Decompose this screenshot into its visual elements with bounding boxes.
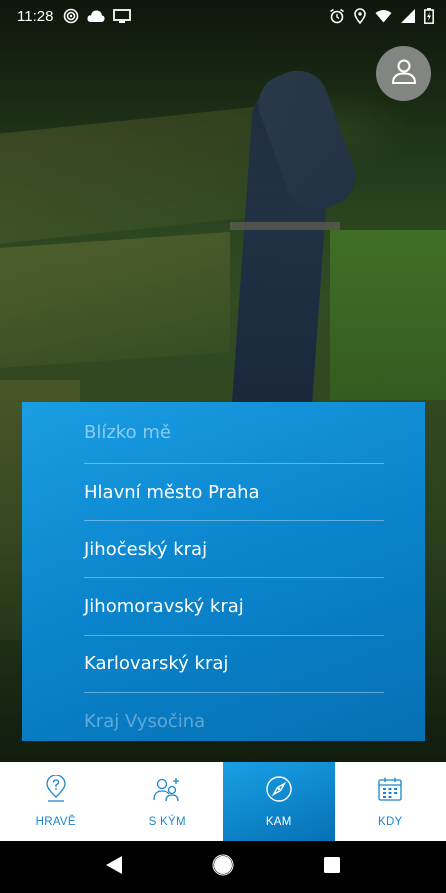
cloud-icon (87, 9, 106, 23)
map-pin-question-icon (44, 774, 68, 808)
profile-button[interactable] (376, 46, 431, 101)
recents-icon[interactable] (323, 856, 341, 879)
region-option-karlovarsky[interactable]: Karlovarský kraj (84, 636, 384, 693)
region-option-vysocina[interactable]: Kraj Vysočina (84, 693, 384, 741)
signal-icon (401, 9, 415, 23)
system-navigation-bar (0, 841, 446, 893)
region-option-jihomoravsky[interactable]: Jihomoravský kraj (84, 578, 384, 636)
signal-spiral-icon (63, 8, 79, 24)
bottom-navigation: HRAVĚ S KÝM KAM KDY (0, 762, 446, 841)
home-icon[interactable] (212, 854, 234, 881)
status-time: 11:28 (17, 7, 54, 25)
nav-label-hrave: HRAVĚ (35, 816, 76, 828)
alarm-icon (329, 8, 345, 24)
compass-icon (265, 775, 293, 808)
region-dropdown: Blízko mě Hlavní město Praha Jihočeský k… (22, 402, 425, 741)
cast-screen-icon (113, 8, 132, 24)
nav-tab-s-kym[interactable]: S KÝM (112, 762, 224, 841)
region-option-praha[interactable]: Hlavní město Praha (84, 464, 384, 522)
people-add-icon (152, 775, 182, 808)
user-icon (390, 57, 418, 90)
nav-tab-hrave[interactable]: HRAVĚ (0, 762, 112, 841)
calendar-icon (376, 775, 404, 808)
nav-tab-kdy[interactable]: KDY (335, 762, 446, 841)
region-option-jihocesky[interactable]: Jihočeský kraj (84, 521, 384, 579)
nav-label-kdy: KDY (377, 816, 403, 828)
status-bar: 11:28 (0, 0, 446, 32)
back-icon[interactable] (105, 855, 123, 880)
battery-charging-icon (424, 8, 434, 24)
wifi-icon (375, 9, 392, 23)
region-option-nearby[interactable]: Blízko mě (84, 402, 384, 464)
nav-label-s-kym: S KÝM (148, 816, 186, 828)
location-icon (354, 8, 366, 24)
nav-tab-kam[interactable]: KAM (223, 762, 335, 841)
region-list: Blízko mě Hlavní město Praha Jihočeský k… (84, 402, 384, 741)
nav-label-kam: KAM (265, 816, 292, 828)
